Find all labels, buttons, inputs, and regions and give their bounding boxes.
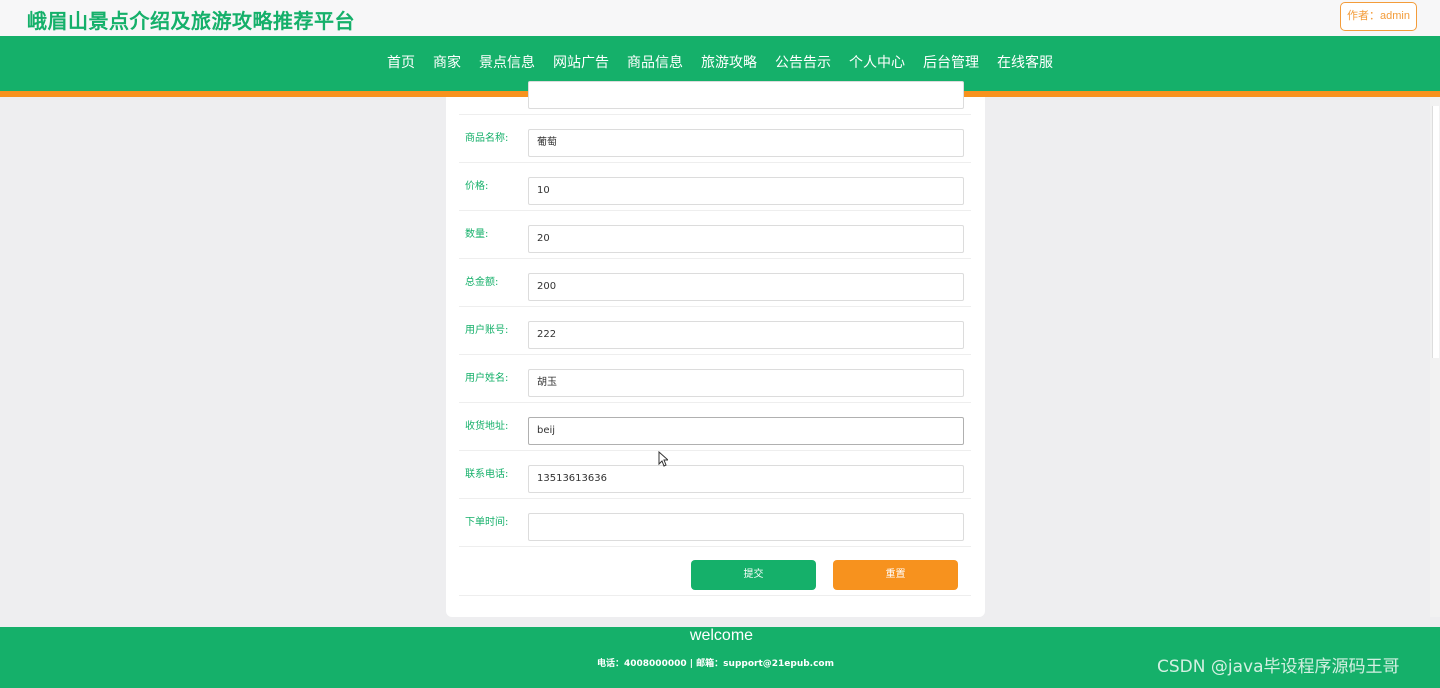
field-label: 商品名称: <box>465 133 509 144</box>
mouse-cursor-icon <box>658 451 668 467</box>
product-name-input[interactable]: 葡萄 <box>528 129 964 157</box>
user-name-input[interactable]: 胡玉 <box>528 369 964 397</box>
form-row-price: 价格: 10 <box>459 163 971 211</box>
field-label: 数量: <box>465 229 489 240</box>
footer-welcome: welcome <box>689 627 754 644</box>
csdn-watermark: CSDN @java毕设程序源码王哥 <box>1157 657 1400 677</box>
field-label: 联系电话: <box>465 469 509 480</box>
top-header-bar: 峨眉山景点介绍及旅游攻略推荐平台 作者：admin <box>0 0 1440 36</box>
author-button[interactable]: 作者：admin <box>1340 2 1417 31</box>
form-row-quantity: 数量: 20 <box>459 211 971 259</box>
price-input[interactable]: 10 <box>528 177 964 205</box>
phone-input[interactable]: 13513613636 <box>528 465 964 493</box>
field-label: 用户姓名: <box>465 373 509 384</box>
form-row-hidden <box>459 67 971 115</box>
order-time-input[interactable] <box>528 513 964 541</box>
submit-button[interactable]: 提交 <box>691 560 816 590</box>
user-account-input[interactable]: 222 <box>528 321 964 349</box>
nav-item-support[interactable]: 在线客服 <box>988 36 1062 91</box>
field-label: 收货地址: <box>465 421 509 432</box>
field-label: 用户账号: <box>465 325 509 336</box>
reset-button[interactable]: 重置 <box>833 560 958 590</box>
form-row-product-name: 商品名称: 葡萄 <box>459 115 971 163</box>
nav-item-home[interactable]: 首页 <box>378 36 424 91</box>
quantity-input[interactable]: 20 <box>528 225 964 253</box>
scrollbar-thumb[interactable] <box>1432 106 1439 358</box>
shipping-address-input[interactable]: beij <box>528 417 964 445</box>
form-row-address: 收货地址: beij <box>459 403 971 451</box>
form-row-user-name: 用户姓名: 胡玉 <box>459 355 971 403</box>
field-label: 价格: <box>465 181 489 192</box>
form-row-order-time: 下单时间: <box>459 499 971 547</box>
field-label: 下单时间: <box>465 517 509 528</box>
total-amount-input[interactable]: 200 <box>528 273 964 301</box>
form-row-phone: 联系电话: 13513613636 <box>459 451 971 499</box>
site-title: 峨眉山景点介绍及旅游攻略推荐平台 <box>27 9 355 33</box>
hidden-field-input[interactable] <box>528 81 964 109</box>
field-label: 总金额: <box>465 277 499 288</box>
form-row-total: 总金额: 200 <box>459 259 971 307</box>
form-row-user-account: 用户账号: 222 <box>459 307 971 355</box>
